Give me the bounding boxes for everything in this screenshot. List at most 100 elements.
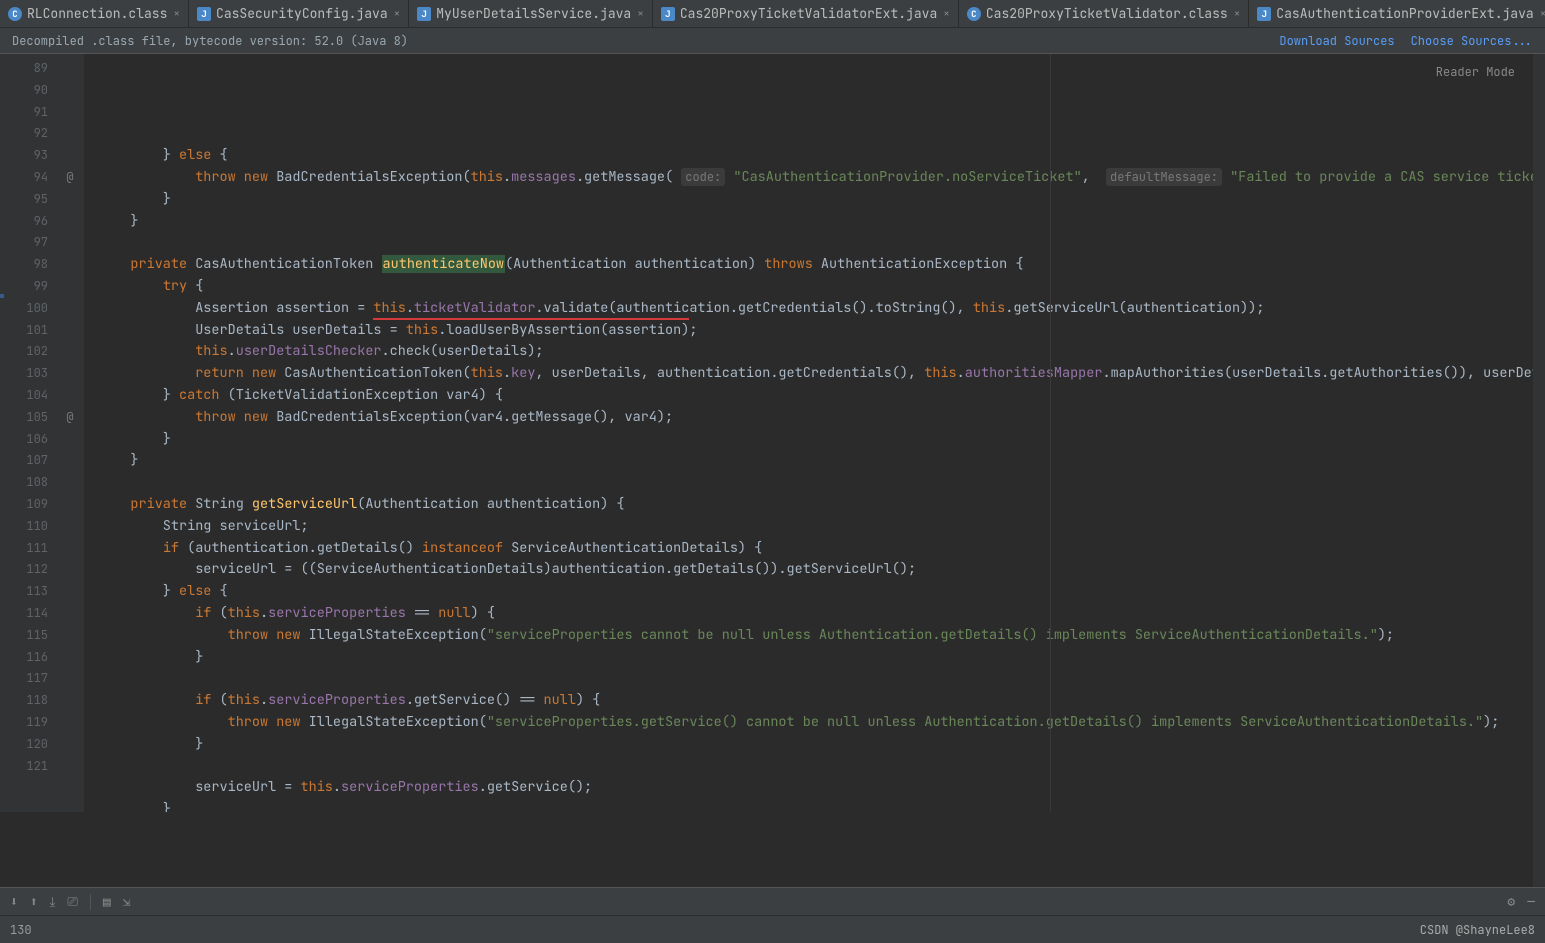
code-line[interactable]: if (authentication.getDetails() instance…: [98, 538, 1545, 560]
line-number: 109: [14, 494, 48, 516]
code-line[interactable]: this.userDetailsChecker.check(userDetail…: [98, 341, 1545, 363]
code-line[interactable]: try {: [98, 276, 1545, 298]
gutter-icon-slot: [56, 429, 84, 451]
gutter-icon-slot: [56, 472, 84, 494]
code-line[interactable]: return new CasAuthenticationToken(this.k…: [98, 363, 1545, 385]
line-number: 95: [14, 189, 48, 211]
code-line[interactable]: String serviceUrl;: [98, 516, 1545, 538]
export-icon[interactable]: ⤓: [50, 893, 56, 910]
minimize-icon[interactable]: —: [1527, 893, 1535, 910]
code-line[interactable]: private String getServiceUrl(Authenticat…: [98, 494, 1545, 516]
close-icon[interactable]: ×: [173, 7, 180, 21]
code-line[interactable]: }: [98, 429, 1545, 451]
close-icon[interactable]: ×: [943, 7, 950, 21]
override-icon[interactable]: @: [56, 407, 84, 429]
line-number: 94: [14, 167, 48, 189]
close-icon[interactable]: ×: [1234, 7, 1241, 21]
code-line[interactable]: }: [98, 734, 1545, 756]
gutter-icon-slot: [56, 189, 84, 211]
code-line[interactable]: throw new BadCredentialsException(this.m…: [98, 167, 1545, 189]
code-line[interactable]: throw new IllegalStateException("service…: [98, 712, 1545, 734]
line-number: 108: [14, 472, 48, 494]
java-file-icon: J: [1257, 7, 1271, 21]
line-number: 116: [14, 647, 48, 669]
code-line[interactable]: serviceUrl = ((ServiceAuthenticationDeta…: [98, 559, 1545, 581]
filter-icon[interactable]: ⎚: [67, 893, 77, 910]
gutter-icon-slot: [56, 668, 84, 690]
gutter-margin: [0, 54, 14, 812]
gutter-icon-slot: [56, 647, 84, 669]
tab-cas20proxyticketvalidator-class[interactable]: CCas20ProxyTicketValidator.class×: [959, 0, 1249, 27]
reader-mode-toggle[interactable]: Reader Mode: [1436, 62, 1515, 84]
java-file-icon: J: [197, 7, 211, 21]
code-line[interactable]: [98, 668, 1545, 690]
gutter-icon-slot: [56, 385, 84, 407]
gutter-icon-slot: [56, 123, 84, 145]
choose-sources-link[interactable]: Choose Sources...: [1411, 33, 1533, 49]
error-stripe[interactable]: [1533, 54, 1545, 887]
code-line[interactable]: [98, 472, 1545, 494]
tab-myuserdetailsservice-java[interactable]: JMyUserDetailsService.java×: [409, 0, 653, 27]
close-icon[interactable]: ×: [1540, 7, 1545, 21]
tab-cassecurityconfig-java[interactable]: JCasSecurityConfig.java×: [189, 0, 409, 27]
watermark: CSDN @ShayneLee8: [1420, 922, 1535, 938]
scroll-to-end-icon[interactable]: ⇲: [123, 893, 131, 910]
line-number: 111: [14, 538, 48, 560]
tab-label: Cas20ProxyTicketValidator.class: [986, 5, 1228, 22]
code-line[interactable]: }: [98, 189, 1545, 211]
gutter-icon-slot: [56, 516, 84, 538]
code-line[interactable]: } else {: [98, 581, 1545, 603]
code-line[interactable]: }: [98, 211, 1545, 233]
line-number: 99: [14, 276, 48, 298]
line-number: 110: [14, 516, 48, 538]
class-file-icon: C: [8, 7, 22, 21]
line-number: 118: [14, 690, 48, 712]
code-line[interactable]: UserDetails userDetails = this.loadUserB…: [98, 320, 1545, 342]
gutter-icon-slot: [56, 276, 84, 298]
line-number: 90: [14, 80, 48, 102]
settings-gear-icon[interactable]: ⚙: [1507, 893, 1515, 910]
line-number: 106: [14, 429, 48, 451]
code-editor[interactable]: 8990919293949596979899100101102103104105…: [0, 54, 1545, 812]
status-left: 130: [10, 922, 32, 938]
gutter-icon-slot: [56, 341, 84, 363]
tab-casauthenticationproviderext-java[interactable]: JCasAuthenticationProviderExt.java×: [1249, 0, 1545, 27]
java-file-icon: J: [661, 7, 675, 21]
gutter-annotations: @ @: [56, 54, 84, 812]
code-line[interactable]: if (this.serviceProperties.getService() …: [98, 690, 1545, 712]
decompiled-info: Decompiled .class file, bytecode version…: [12, 33, 408, 49]
code-line[interactable]: }: [98, 799, 1545, 812]
gutter-icon-slot: [56, 211, 84, 233]
gutter-icon-slot: [56, 581, 84, 603]
gutter-icon-slot: [56, 690, 84, 712]
code-line[interactable]: serviceUrl = this.serviceProperties.getS…: [98, 777, 1545, 799]
gutter-icon-slot: [56, 603, 84, 625]
override-icon[interactable]: @: [56, 167, 84, 189]
code-line[interactable]: Assertion assertion = this.ticketValidat…: [98, 298, 1545, 320]
code-line[interactable]: }: [98, 450, 1545, 472]
soft-wrap-icon[interactable]: ▤: [103, 893, 111, 910]
close-icon[interactable]: ×: [637, 7, 644, 21]
line-number: 114: [14, 603, 48, 625]
code-line[interactable]: [98, 232, 1545, 254]
gutter-icon-slot: [56, 450, 84, 472]
code-line[interactable]: throw new IllegalStateException("service…: [98, 625, 1545, 647]
line-number: 93: [14, 145, 48, 167]
line-number: 96: [14, 211, 48, 233]
code-line[interactable]: private CasAuthenticationToken authentic…: [98, 254, 1545, 276]
gutter-icon-slot: [56, 58, 84, 80]
tab-rlconnection-class[interactable]: CRLConnection.class×: [0, 0, 189, 27]
code-line[interactable]: throw new BadCredentialsException(var4.g…: [98, 407, 1545, 429]
code-line[interactable]: } else {: [98, 145, 1545, 167]
download-sources-link[interactable]: Download Sources: [1279, 33, 1394, 49]
tab-cas20proxyticketvalidatorext-java[interactable]: JCas20ProxyTicketValidatorExt.java×: [653, 0, 959, 27]
code-line[interactable]: } catch (TicketValidationException var4)…: [98, 385, 1545, 407]
code-line[interactable]: }: [98, 647, 1545, 669]
code-line[interactable]: [98, 756, 1545, 778]
close-icon[interactable]: ×: [394, 7, 401, 21]
line-number: 121: [14, 756, 48, 778]
code-line[interactable]: if (this.serviceProperties == null) {: [98, 603, 1545, 625]
code-content[interactable]: Reader Mode } else { throw new BadCreden…: [84, 54, 1545, 812]
collapse-up-icon[interactable]: ⬆: [30, 893, 38, 910]
expand-down-icon[interactable]: ⬇: [10, 893, 18, 910]
